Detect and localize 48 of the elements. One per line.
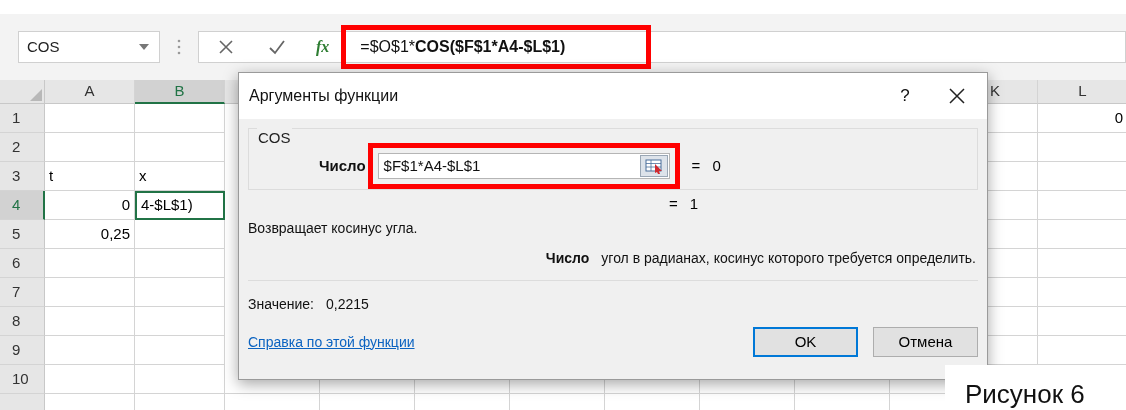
name-box[interactable]: COS (18, 31, 160, 63)
close-icon (948, 87, 966, 105)
row-header[interactable]: 9 (0, 336, 45, 365)
table-cell: x (135, 162, 225, 191)
argument-value: $F$1*A4-$L$1 (383, 155, 482, 176)
row-header[interactable]: 7 (0, 278, 45, 307)
figure-caption: Рисунок 6 (945, 365, 1126, 410)
row-header[interactable]: 10 (0, 365, 45, 394)
argument-help-text: угол в радианах, косинус которого требуется определить. (601, 248, 976, 268)
argument-label: Число (319, 155, 366, 176)
row-header[interactable]: 6 (0, 249, 45, 278)
equals-sign: = (669, 193, 678, 214)
help-button[interactable]: ? (883, 81, 927, 111)
formula-result: 1 (689, 193, 699, 214)
table-cell: 0 (1038, 104, 1126, 133)
formula-value: 0,2215 (326, 294, 369, 314)
help-link[interactable]: Справка по этой функции (248, 331, 415, 353)
value-label: Значение: (248, 294, 314, 314)
table-cell: 0,25 (45, 220, 135, 249)
insert-function-button[interactable]: fx (316, 35, 330, 59)
row-header[interactable]: 4 (0, 191, 45, 220)
equals-sign: = (691, 155, 701, 176)
argument-result: 0 (712, 155, 721, 176)
row-header[interactable]: 5 (0, 220, 45, 249)
window-title: Аргументы функции (249, 86, 399, 106)
dialog-button[interactable]: Отмена (873, 327, 978, 357)
drag-handle-icon[interactable] (177, 39, 181, 55)
column-header[interactable]: K (988, 80, 1038, 104)
column-header[interactable]: A (45, 80, 135, 104)
check-icon[interactable] (268, 39, 286, 55)
table-cell: 4-$L$1) (135, 191, 225, 220)
column-header[interactable]: B (135, 80, 225, 104)
row-header[interactable]: 3 (0, 162, 45, 191)
row-header[interactable]: 1 (0, 104, 45, 133)
argument-field[interactable]: $F$1*A4-$L$1 (377, 153, 670, 179)
range-select-icon[interactable] (639, 155, 668, 177)
row-header[interactable]: 2 (0, 133, 45, 162)
dropdown-icon[interactable] (139, 44, 149, 50)
cancel-icon[interactable] (218, 39, 234, 55)
name-box-value: COS (27, 36, 61, 57)
formula-text[interactable]: =$O$1*COS($F$1*A4-$L$1) (360, 35, 566, 59)
column-header[interactable]: L (1038, 80, 1126, 104)
argument-help-label: Число (545, 248, 590, 268)
function-description: Возвращает косинус угла. (248, 219, 419, 238)
row-header[interactable]: 8 (0, 307, 45, 336)
table-cell: 0 (45, 191, 135, 220)
table-cell: t (45, 162, 135, 191)
dialog-button[interactable]: OK (753, 327, 858, 357)
